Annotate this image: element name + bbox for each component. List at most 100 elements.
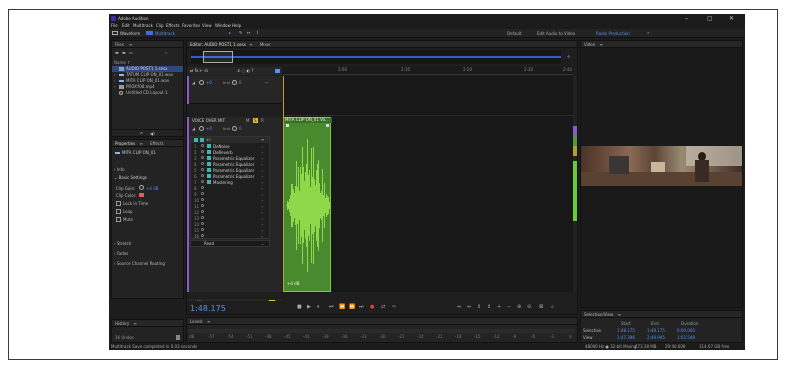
slot-power-icon[interactable]	[201, 168, 204, 171]
slot-power-icon[interactable]	[201, 204, 204, 207]
tab-effects[interactable]: Effects	[150, 141, 164, 146]
selection-duration[interactable]: 0:00.000	[677, 329, 695, 333]
search-icon[interactable]: ⌕	[165, 51, 167, 55]
menu-view[interactable]: View	[202, 24, 212, 28]
section-source-channel-routing[interactable]: › Source Channel Routing	[114, 262, 165, 266]
files-panel-menu-icon[interactable]: ≡	[129, 42, 132, 47]
clip-color-swatch[interactable]	[139, 193, 144, 197]
minimize-button[interactable]: –	[685, 16, 688, 22]
tab-properties[interactable]: Properties	[115, 141, 135, 146]
slot-power-icon[interactable]	[201, 216, 204, 219]
maximize-button[interactable]: ▢	[707, 16, 713, 22]
expand-arrow-icon[interactable]: ›	[114, 73, 116, 77]
track-misc-icon[interactable]: ⚓ ◌ ◐ ?	[237, 69, 254, 73]
zoom-in-amplitude-icon[interactable]: ⇔	[457, 305, 461, 310]
razor-tool-icon[interactable]: ✎	[239, 31, 242, 35]
rack-enable-icon[interactable]	[200, 138, 204, 142]
clip-gain-badge[interactable]: +4 dB	[287, 282, 299, 286]
open-file-icon[interactable]: ▬	[115, 51, 119, 55]
track-volume-value[interactable]: +0	[206, 81, 212, 85]
checkbox-mute[interactable]	[116, 217, 121, 222]
fast-forward-button[interactable]: ⏩	[349, 305, 355, 310]
tab-mixer[interactable]: Mixer	[260, 42, 271, 47]
selection-menu-icon[interactable]: ≡	[618, 312, 621, 317]
insert-into-multitrack-icon[interactable]: ↶	[140, 132, 143, 136]
timecode-display[interactable]: 1:48.175	[190, 305, 226, 313]
rack-menu-icon[interactable]: ≡	[261, 138, 264, 142]
view-duration[interactable]: 1:02.548	[677, 336, 695, 340]
section-stretch[interactable]: › Stretch	[114, 242, 131, 246]
audio-clip[interactable]: MITA CLIP ON_01 Vo... +4 dB	[283, 117, 332, 292]
rack-slot[interactable]: 16 ›	[191, 233, 269, 239]
files-name-column[interactable]: Name ↑	[114, 61, 130, 65]
video-panel-title[interactable]: Video	[584, 42, 595, 47]
zoom-out-time-icon[interactable]: ⇕	[487, 305, 491, 310]
track-tools-icon[interactable]: ⇄ fx ⊩ ılı	[190, 69, 208, 73]
files-panel-title[interactable]: Files	[115, 42, 124, 47]
video-menu-icon[interactable]: ≡	[600, 42, 603, 47]
section-info[interactable]: › Info	[114, 168, 124, 172]
slip-tool-icon[interactable]: ↔	[247, 31, 250, 35]
multitrack-button[interactable]: Multitrack	[155, 32, 175, 36]
volume-knob-icon[interactable]	[199, 80, 204, 85]
menu-window[interactable]: Window	[215, 24, 231, 28]
track-name[interactable]: VOICE OVER MIT	[192, 119, 225, 123]
rewind-button[interactable]: ⏪	[339, 305, 345, 310]
timeline-ruler[interactable]: 2:00 2:10 2:20 2:30 2:40	[283, 67, 573, 75]
go-to-start-button[interactable]: ⏮	[329, 305, 334, 310]
zoom-in-point-icon[interactable]: ⊕	[517, 305, 521, 310]
mute-button[interactable]: M	[246, 119, 249, 123]
zoom-selection-icon[interactable]: ⌕	[551, 305, 554, 310]
workspace-radio-production[interactable]: Radio Production	[596, 32, 630, 36]
zoom-full-icon[interactable]: ⊠	[539, 305, 543, 310]
waveform-button[interactable]: Waveform	[120, 32, 140, 36]
properties-menu-icon[interactable]: ≡	[140, 141, 143, 146]
fade-out-handle[interactable]	[326, 124, 329, 127]
section-basic-settings[interactable]: ⌄ Basic Settings	[114, 176, 147, 180]
close-button[interactable]: ✕	[729, 16, 734, 22]
playhead[interactable]	[283, 76, 284, 292]
slot-menu-icon[interactable]: ›	[261, 234, 263, 239]
slot-power-icon[interactable]	[201, 174, 204, 177]
menu-favorites[interactable]: Favorites	[182, 24, 200, 28]
loop-button[interactable]: ⇄	[381, 305, 385, 310]
workspace-default[interactable]: Default	[507, 32, 522, 36]
fade-in-handle[interactable]	[286, 124, 289, 127]
zoom-out-point-icon[interactable]: ⊖	[527, 305, 531, 310]
checkbox-loop[interactable]	[116, 209, 121, 214]
menu-effects[interactable]: Effects	[166, 24, 180, 28]
move-tool-icon[interactable]: ▸	[229, 31, 231, 35]
zoom-out-tracks-icon[interactable]: −	[507, 305, 511, 310]
pan-knob-icon[interactable]	[232, 80, 237, 85]
menu-multitrack[interactable]: Multitrack	[133, 24, 153, 28]
zoom-in-time-icon[interactable]: ⇕	[477, 305, 481, 310]
expand-arrow-icon[interactable]: ›	[114, 79, 116, 83]
menu-edit[interactable]: Edit	[122, 24, 130, 28]
tab-editor[interactable]: Editor: AUDIO POST1 1.sesx	[190, 42, 246, 47]
zoom-out-amplitude-icon[interactable]: ⇔	[467, 305, 471, 310]
track-1-lane[interactable]	[283, 76, 573, 116]
routing-icon[interactable]: ↦	[265, 81, 268, 85]
workspace-overflow-button[interactable]: »	[647, 31, 649, 35]
checkbox-lock-in-time[interactable]	[116, 201, 121, 206]
selection-view-title[interactable]: Selection/View	[584, 312, 613, 317]
levels-panel-title[interactable]: Levels	[190, 319, 203, 324]
menu-clip[interactable]: Clip	[156, 24, 164, 28]
slot-power-icon[interactable]	[201, 228, 204, 231]
track-scroll[interactable]	[573, 76, 577, 292]
section-fades[interactable]: › Fades	[114, 252, 128, 256]
selection-start[interactable]: 1:48.175	[617, 329, 635, 333]
track-volume-value[interactable]: +0	[206, 127, 212, 131]
slot-power-icon[interactable]	[201, 156, 204, 159]
record-button[interactable]: ●	[370, 305, 374, 310]
history-menu-icon[interactable]: ≡	[134, 321, 137, 326]
slot-power-icon[interactable]	[201, 180, 204, 183]
pause-button[interactable]: ⏸	[317, 305, 320, 310]
session-overview[interactable]	[191, 50, 561, 64]
file-item[interactable]: Untitled CD Layout 1	[112, 90, 183, 96]
selection-end[interactable]: 1:48.175	[647, 329, 665, 333]
pan-knob-icon[interactable]	[232, 126, 237, 131]
clip-gain-knob-icon[interactable]	[139, 185, 144, 190]
editor-menu-icon[interactable]: ≡	[249, 42, 252, 47]
play-button[interactable]: ▶	[307, 305, 311, 310]
